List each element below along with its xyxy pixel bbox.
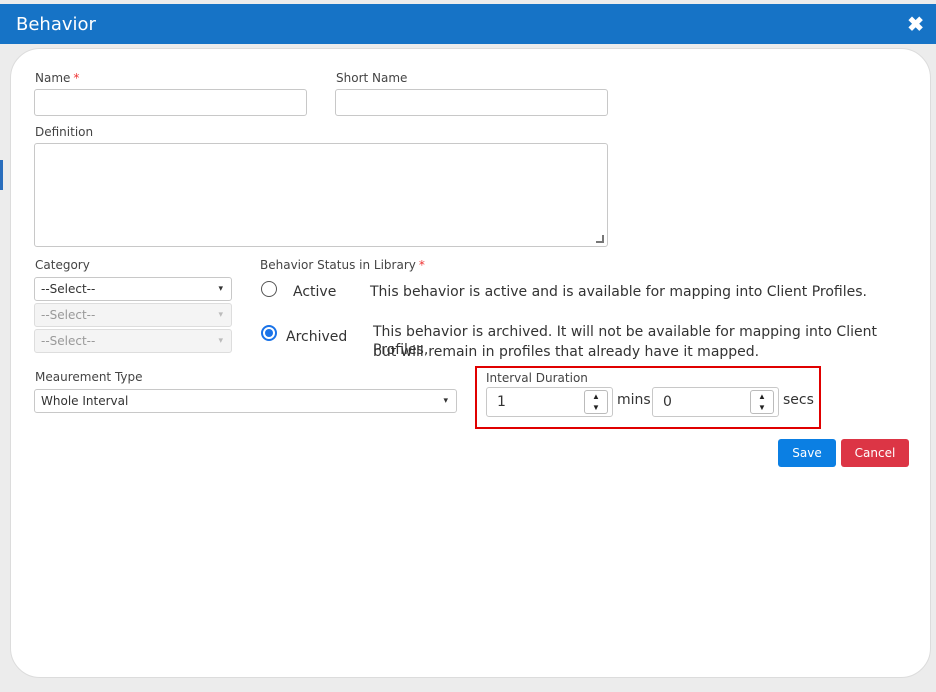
interval-mins-value: 1 (497, 394, 506, 410)
definition-textarea[interactable] (34, 143, 608, 247)
measurement-label: Meaurement Type (35, 370, 143, 384)
cancel-button[interactable]: Cancel (841, 439, 909, 467)
archived-description-line2: but will remain in profiles that already… (373, 344, 760, 360)
status-label-text: Behavior Status in Library (260, 258, 416, 272)
chevron-down-icon: ▾ (443, 396, 448, 406)
interval-secs-input[interactable]: 0 ▲ ▼ (652, 387, 779, 417)
dialog-titlebar: Behavior ✖ (0, 4, 936, 44)
dialog-title: Behavior (16, 14, 96, 35)
status-label: Behavior Status in Library * (260, 258, 425, 272)
background-edge (0, 160, 3, 190)
spin-down-icon[interactable]: ▼ (585, 402, 607, 413)
short-name-input[interactable] (335, 89, 608, 116)
radio-archived-label: Archived (286, 329, 348, 345)
mins-unit: mins (617, 392, 651, 408)
spinner-arrows-icon[interactable]: ▲ ▼ (584, 390, 608, 414)
save-button[interactable]: Save (778, 439, 836, 467)
required-mark: * (418, 258, 425, 272)
spin-down-icon[interactable]: ▼ (751, 402, 773, 413)
chevron-down-icon: ▾ (218, 284, 223, 294)
name-label-text: Name (35, 71, 71, 85)
category-select-1[interactable]: --Select-- ▾ (34, 277, 232, 301)
behavior-dialog: Name * Short Name Definition Category --S… (10, 48, 931, 678)
resize-handle-icon[interactable] (596, 235, 604, 243)
name-input[interactable] (34, 89, 307, 116)
interval-secs-value: 0 (663, 394, 672, 410)
radio-active[interactable] (261, 281, 277, 297)
interval-mins-input[interactable]: 1 ▲ ▼ (486, 387, 613, 417)
chevron-down-icon: ▾ (218, 310, 223, 320)
secs-unit: secs (783, 392, 814, 408)
category-select-1-value: --Select-- (41, 282, 96, 296)
active-description: This behavior is active and is available… (370, 284, 867, 300)
category-select-2-value: --Select-- (41, 308, 96, 322)
short-name-label: Short Name (336, 71, 408, 85)
chevron-down-icon: ▾ (218, 336, 223, 346)
measurement-select-value: Whole Interval (41, 394, 129, 408)
definition-label: Definition (35, 125, 94, 139)
category-select-2: --Select-- ▾ (34, 303, 232, 327)
name-label: Name * (35, 71, 79, 85)
category-select-3: --Select-- ▾ (34, 329, 232, 353)
measurement-select[interactable]: Whole Interval ▾ (34, 389, 457, 413)
category-select-3-value: --Select-- (41, 334, 96, 348)
radio-archived[interactable] (261, 325, 277, 341)
spin-up-icon[interactable]: ▲ (751, 391, 773, 402)
interval-duration-label: Interval Duration (486, 371, 588, 385)
required-mark: * (73, 71, 80, 85)
radio-active-label: Active (293, 284, 337, 300)
close-icon[interactable]: ✖ (907, 12, 924, 37)
spinner-arrows-icon[interactable]: ▲ ▼ (750, 390, 774, 414)
spin-up-icon[interactable]: ▲ (585, 391, 607, 402)
category-label: Category (35, 258, 90, 272)
